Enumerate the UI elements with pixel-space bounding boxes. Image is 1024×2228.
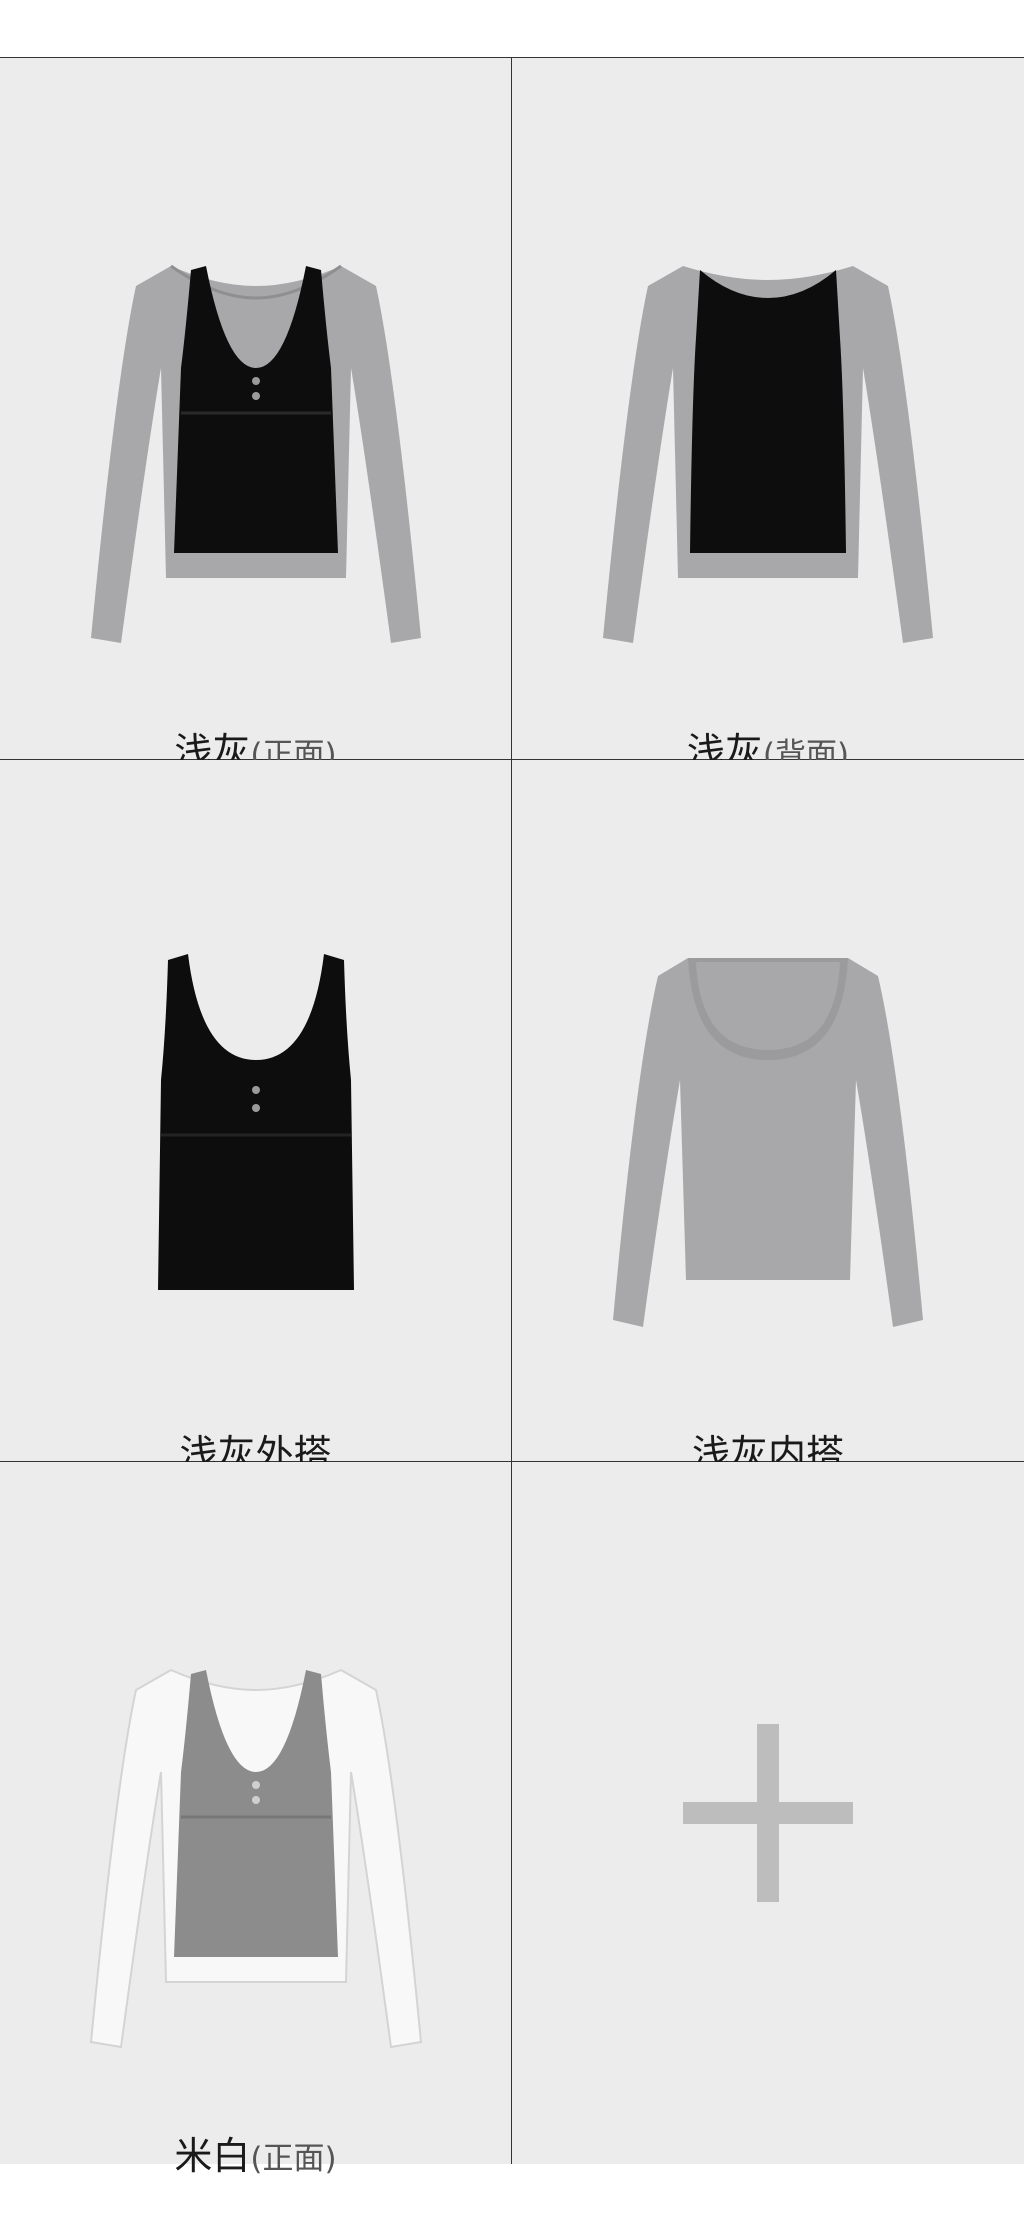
plus-icon[interactable] — [683, 1724, 853, 1902]
black-vest-image — [157, 954, 354, 1290]
variant-color-name: 米白 — [174, 2134, 251, 2178]
light-gray-set-front-image — [90, 264, 421, 643]
gray-long-sleeve-tee-image — [613, 958, 923, 1327]
variant-tile-light-gray-back[interactable]: 浅灰(背面) — [512, 58, 1024, 774]
product-variant-grid: 浅灰(正面) 浅灰(背面) 浅灰外搭 浅灰内搭 米白(正面) — [0, 57, 1024, 2178]
variant-tile-light-gray-inner[interactable]: 浅灰内搭 — [512, 760, 1024, 1476]
off-white-set-front-image — [89, 1668, 422, 2049]
variant-tile-light-gray-front[interactable]: 浅灰(正面) — [0, 58, 512, 774]
variant-tile-off-white-front[interactable]: 米白(正面) — [0, 1462, 512, 2178]
variant-view-label: (正面) — [250, 2141, 337, 2177]
variant-caption: 米白(正面) — [0, 2125, 511, 2180]
light-gray-set-back-image — [603, 266, 933, 643]
variant-tile-light-gray-outer[interactable]: 浅灰外搭 — [0, 760, 512, 1476]
add-variant-tile[interactable] — [512, 1462, 1024, 2164]
